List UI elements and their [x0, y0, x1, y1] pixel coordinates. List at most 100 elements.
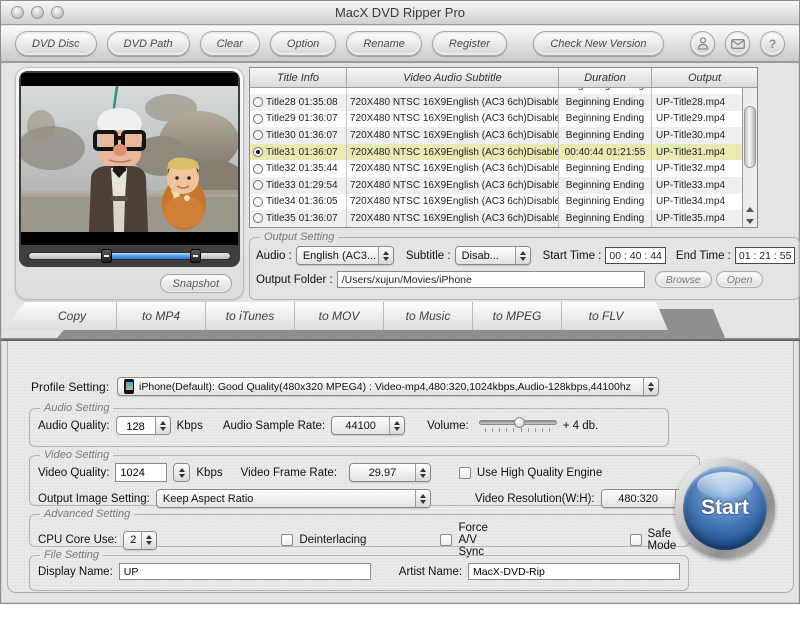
- table-row[interactable]: Title3501:36:07720X480 NTSC 16X9English …: [250, 210, 742, 227]
- title-radio[interactable]: [253, 130, 263, 140]
- tab-to-itunes[interactable]: to iTunes: [205, 302, 294, 330]
- duration-cell: Beginning Ending: [559, 177, 652, 194]
- cpu-core-use-stepper: [141, 532, 156, 549]
- trim-track[interactable]: [28, 252, 231, 260]
- trim-end-handle[interactable]: [190, 249, 201, 263]
- snapshot-button[interactable]: Snapshot: [160, 274, 232, 293]
- table-scrollbar[interactable]: [742, 88, 757, 227]
- audio-quality-spinner[interactable]: 128: [116, 416, 171, 435]
- output-image-setting-select[interactable]: Keep Aspect Ratio: [156, 489, 431, 508]
- start-button[interactable]: Start: [675, 458, 775, 558]
- audio-label: Audio :: [256, 250, 292, 262]
- col-title-info[interactable]: Title Info: [250, 68, 347, 87]
- title-radio[interactable]: [253, 164, 263, 174]
- subtitle-label: Subtitle :: [406, 250, 451, 262]
- video-format: 720X480 NTSC 16X9: [350, 113, 446, 124]
- tab-to-mov[interactable]: to MOV: [294, 302, 383, 330]
- video-format: 720X480 NTSC 16X9: [350, 180, 446, 191]
- audio-sample-rate-select[interactable]: 44100: [331, 416, 405, 435]
- display-name-input[interactable]: UP: [119, 563, 371, 580]
- tab-to-mp4[interactable]: to MP4: [116, 302, 205, 330]
- output-folder-input[interactable]: /Users/xujun/Movies/iPhone: [337, 271, 645, 288]
- audio-sample-rate-label: Audio Sample Rate:: [223, 420, 325, 432]
- option-button[interactable]: Option: [270, 31, 336, 56]
- table-row[interactable]: Title3401:36:05720X480 NTSC 16X9English …: [250, 194, 742, 211]
- scroll-up-button[interactable]: [743, 203, 757, 215]
- deinterlacing-checkbox[interactable]: [281, 534, 293, 546]
- volume-track[interactable]: [479, 420, 557, 425]
- video-format: 720X480 NTSC 16X9: [350, 130, 446, 141]
- profile-select[interactable]: iPhone(Default): Good Quality(480x320 MP…: [117, 377, 659, 396]
- title-radio[interactable]: [253, 114, 263, 124]
- start-time-label: Start Time :: [543, 250, 602, 262]
- user-account-button[interactable]: [690, 31, 715, 56]
- scroll-down-button[interactable]: [743, 215, 757, 227]
- volume-thumb[interactable]: [514, 417, 525, 428]
- check-new-version-button[interactable]: Check New Version: [533, 31, 663, 56]
- title-name: Title28: [266, 97, 296, 108]
- clear-button[interactable]: Clear: [200, 31, 260, 56]
- dvd-path-button[interactable]: DVD Path: [107, 31, 190, 56]
- dvd-disc-button[interactable]: DVD Disc: [15, 31, 97, 56]
- trim-start-handle[interactable]: [101, 249, 112, 263]
- tab-copy[interactable]: Copy: [28, 302, 116, 330]
- subtitle-select[interactable]: Disab...: [455, 246, 531, 265]
- duration-cell: Beginning Ending: [559, 210, 652, 227]
- force-av-sync-checkbox[interactable]: [440, 534, 452, 546]
- subtitle-state: Disabled: [527, 130, 559, 141]
- output-filename: UP-Title33.mp4: [652, 177, 742, 194]
- table-row[interactable]: Title3301:29:54720X480 NTSC 16X9English …: [250, 177, 742, 194]
- start-time-field[interactable]: 00 : 40 : 44: [605, 247, 666, 264]
- duration-cell: Beginning Ending: [559, 127, 652, 144]
- start-button-label: Start: [701, 496, 749, 520]
- contact-button[interactable]: [725, 31, 750, 56]
- table-row[interactable]: Title3101:36:07720X480 NTSC 16X9English …: [250, 144, 742, 161]
- rename-button[interactable]: Rename: [346, 31, 422, 56]
- audio-select[interactable]: English (AC3...: [296, 246, 394, 265]
- artist-name-input[interactable]: MacX-DVD-Rip: [468, 563, 680, 580]
- browse-button[interactable]: Browse: [655, 271, 712, 288]
- titles-table: Title Info Video Audio Subtitle Duration…: [249, 67, 758, 228]
- output-filename: UP-Title34.mp4: [652, 194, 742, 211]
- audio-quality-stepper[interactable]: [155, 417, 170, 434]
- help-button[interactable]: ?: [760, 31, 785, 56]
- video-format: 720X480 NTSC 16X9: [350, 147, 446, 158]
- table-row[interactable]: Title3201:35:44720X480 NTSC 16X9English …: [250, 160, 742, 177]
- video-frame-rate-select[interactable]: 29.97: [349, 463, 431, 482]
- register-button[interactable]: Register: [432, 31, 507, 56]
- end-time-field[interactable]: 01 : 21 : 55: [735, 247, 796, 264]
- col-video-audio-subtitle[interactable]: Video Audio Subtitle: [347, 68, 559, 87]
- table-row[interactable]: Title2801:35:08720X480 NTSC 16X9English …: [250, 94, 742, 111]
- video-quality-stepper[interactable]: [173, 463, 190, 482]
- video-format: 720X480 NTSC 16X9: [350, 213, 446, 224]
- title-radio[interactable]: [253, 147, 263, 157]
- col-duration[interactable]: Duration: [559, 68, 652, 87]
- output-folder-label: Output Folder :: [256, 274, 333, 286]
- table-row[interactable]: Title2901:36:07720X480 NTSC 16X9English …: [250, 111, 742, 128]
- title-name: Title32: [266, 163, 296, 174]
- user-icon: [697, 37, 709, 50]
- cpu-core-use-select[interactable]: 2: [123, 531, 157, 550]
- volume-ticks: [479, 428, 557, 432]
- title-length: 01:36:07: [299, 213, 338, 224]
- title-name: Title35: [266, 213, 296, 224]
- title-radio[interactable]: [253, 180, 263, 190]
- video-format: 720X480 NTSC 16X9: [350, 163, 446, 174]
- title-radio[interactable]: [253, 213, 263, 223]
- tab-to-mpeg[interactable]: to MPEG: [472, 302, 561, 330]
- table-row[interactable]: Title3001:36:07720X480 NTSC 16X9English …: [250, 127, 742, 144]
- scrollbar-thumb[interactable]: [744, 106, 756, 168]
- safe-mode-checkbox[interactable]: [630, 534, 642, 546]
- title-radio[interactable]: [253, 97, 263, 107]
- output-image-setting-label: Output Image Setting:: [38, 493, 150, 505]
- tab-to-music[interactable]: to Music: [383, 302, 472, 330]
- table-body: Beginning Ending Title2801:35:08720X480 …: [250, 88, 742, 227]
- window-title: MacX DVD Ripper Pro: [1, 5, 799, 20]
- video-quality-input[interactable]: 1024: [115, 463, 167, 482]
- col-output[interactable]: Output: [652, 68, 757, 87]
- volume-slider[interactable]: [479, 420, 557, 432]
- tab-to-flv[interactable]: to FLV: [561, 302, 650, 330]
- high-quality-engine-checkbox[interactable]: [459, 467, 471, 479]
- title-radio[interactable]: [253, 197, 263, 207]
- open-button[interactable]: Open: [716, 271, 764, 288]
